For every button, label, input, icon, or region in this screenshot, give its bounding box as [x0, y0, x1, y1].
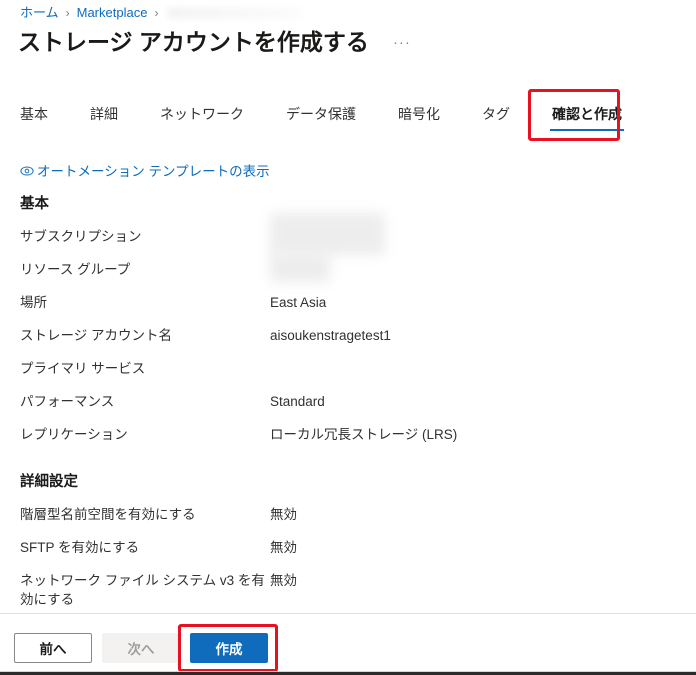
- review-row-primary-service: プライマリ サービス: [20, 359, 676, 378]
- review-row-value: Standard: [270, 394, 325, 409]
- review-row-label: ネットワーク ファイル システム v3 を有効にする: [20, 573, 265, 607]
- tab-data-protection[interactable]: データ保護: [284, 100, 358, 134]
- review-row-storage-account-name: ストレージ アカウント名 aisoukenstragetest1: [20, 326, 676, 345]
- footer-divider: [0, 613, 696, 614]
- review-row-replication: レプリケーション ローカル冗長ストレージ (LRS): [20, 425, 676, 444]
- review-row-value: 無効: [270, 573, 297, 588]
- page-title-row: ストレージ アカウントを作成する ···: [18, 27, 415, 57]
- view-automation-template-link[interactable]: オートメーション テンプレートの表示: [20, 160, 270, 180]
- review-row-label: サブスクリプション: [20, 229, 142, 244]
- view-automation-template-label: オートメーション テンプレートの表示: [37, 164, 270, 179]
- tab-tags[interactable]: タグ: [480, 100, 512, 134]
- breadcrumb-separator-icon: ›: [65, 6, 70, 20]
- breadcrumb-redacted-region: [167, 7, 303, 19]
- review-row-value: ローカル冗長ストレージ (LRS): [270, 427, 458, 442]
- tab-label: データ保護: [286, 106, 356, 122]
- section-advanced: 詳細設定 階層型名前空間を有効にする 無効 SFTP を有効にする 無効 ネット…: [20, 470, 676, 623]
- review-row-hierarchical-namespace: 階層型名前空間を有効にする 無効: [20, 505, 676, 524]
- review-row-label: SFTP を有効にする: [20, 540, 140, 555]
- review-row-sftp: SFTP を有効にする 無効: [20, 538, 676, 557]
- tab-label: タグ: [482, 106, 510, 122]
- more-options-icon[interactable]: ···: [389, 32, 415, 53]
- wizard-tab-bar: 基本 詳細 ネットワーク データ保護 暗号化 タグ 確認と作成: [18, 100, 696, 134]
- review-row-label: 場所: [20, 295, 47, 310]
- breadcrumb-item-home[interactable]: ホーム: [20, 5, 59, 21]
- review-row-location: 場所 East Asia: [20, 293, 676, 312]
- review-row-subscription: サブスクリプション: [20, 213, 676, 255]
- section-heading: 詳細設定: [20, 474, 78, 490]
- tab-label: 基本: [20, 106, 48, 122]
- create-button[interactable]: 作成: [190, 633, 268, 663]
- review-row-resource-group: リソース グループ: [20, 252, 676, 282]
- review-row-performance: パフォーマンス Standard: [20, 392, 676, 411]
- eye-icon: [20, 164, 34, 178]
- tab-label: ネットワーク: [160, 106, 244, 122]
- review-row-value: 無効: [270, 507, 297, 522]
- tab-basics[interactable]: 基本: [18, 100, 50, 134]
- tab-label: 暗号化: [398, 106, 440, 122]
- review-row-label: 階層型名前空間を有効にする: [20, 507, 196, 522]
- section-basics: 基本 サブスクリプション リソース グループ 場所 East Asia ストレー…: [20, 192, 676, 458]
- tab-label: 詳細: [90, 106, 118, 122]
- next-button: 次へ: [102, 633, 180, 663]
- tab-advanced[interactable]: 詳細: [88, 100, 120, 134]
- review-row-label: レプリケーション: [20, 427, 128, 442]
- review-row-nfs-v3: ネットワーク ファイル システム v3 を有効にする 無効: [20, 571, 676, 609]
- tab-networking[interactable]: ネットワーク: [158, 100, 246, 134]
- review-row-label: パフォーマンス: [20, 394, 115, 409]
- breadcrumb: ホーム › Marketplace ›: [20, 5, 303, 21]
- page-title: ストレージ アカウントを作成する: [18, 29, 369, 55]
- tab-review-and-create[interactable]: 確認と作成: [550, 100, 624, 134]
- review-row-label: ストレージ アカウント名: [20, 328, 172, 343]
- review-row-label: プライマリ サービス: [20, 361, 146, 376]
- previous-button[interactable]: 前へ: [14, 633, 92, 663]
- review-row-value: aisoukenstragetest1: [270, 328, 391, 343]
- tab-label: 確認と作成: [552, 106, 622, 122]
- review-row-label: リソース グループ: [20, 262, 131, 277]
- breadcrumb-separator-icon: ›: [154, 6, 159, 20]
- review-row-value: 無効: [270, 540, 297, 555]
- wizard-footer: 前へ 次へ 作成: [14, 633, 268, 663]
- review-row-value-redacted: [270, 213, 385, 255]
- review-row-value-redacted: [270, 252, 385, 282]
- section-heading: 基本: [20, 196, 49, 212]
- active-tab-indicator: [550, 129, 624, 131]
- review-row-value: East Asia: [270, 295, 327, 310]
- tab-encryption[interactable]: 暗号化: [396, 100, 442, 134]
- breadcrumb-item-marketplace[interactable]: Marketplace: [77, 5, 148, 21]
